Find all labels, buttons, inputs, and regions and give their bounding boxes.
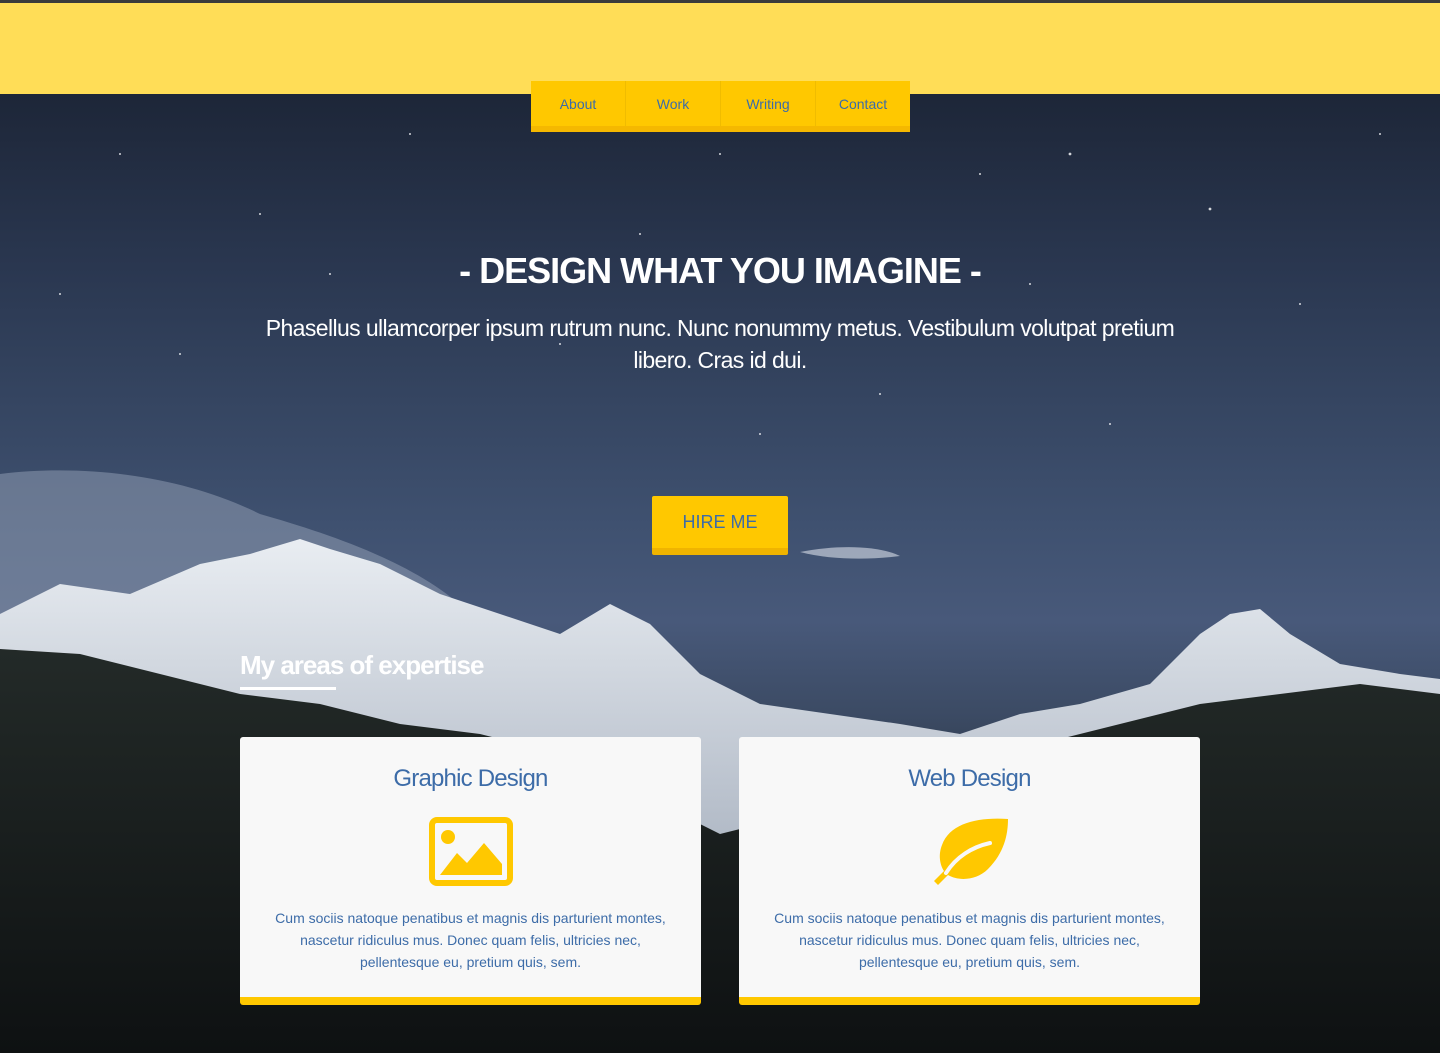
leaf-icon (928, 817, 1012, 887)
nav-item-about[interactable]: About (531, 81, 626, 126)
nav-item-contact[interactable]: Contact (816, 81, 910, 126)
card-description: Cum sociis natoque penatibus et magnis d… (275, 910, 666, 970)
expertise-card-graphic-design: Graphic Design Cum sociis natoque penati… (240, 737, 701, 1005)
card-title: Graphic Design (393, 765, 548, 792)
hero-headline: - DESIGN WHAT YOU IMAGINE - (459, 250, 982, 291)
image-icon (428, 817, 513, 887)
mountain-landscape-image (0, 133, 1440, 1053)
card-description: Cum sociis natoque penatibus et magnis d… (774, 910, 1165, 970)
main-nav: About Work Writing Contact (531, 81, 910, 132)
hero-background (0, 94, 1440, 1053)
nav-item-work[interactable]: Work (626, 81, 721, 126)
expertise-card-web-design: Web Design Cum sociis natoque penatibus … (739, 737, 1200, 1005)
card-title: Web Design (908, 765, 1031, 792)
hero-subtext: Phasellus ullamcorper ipsum rutrum nunc.… (265, 315, 1175, 373)
hire-me-button[interactable]: HIRE ME (652, 496, 788, 555)
top-banner (0, 0, 1440, 94)
section-title-underline (240, 687, 336, 690)
nav-item-writing[interactable]: Writing (721, 81, 816, 126)
section-title: My areas of expertise (240, 650, 484, 680)
